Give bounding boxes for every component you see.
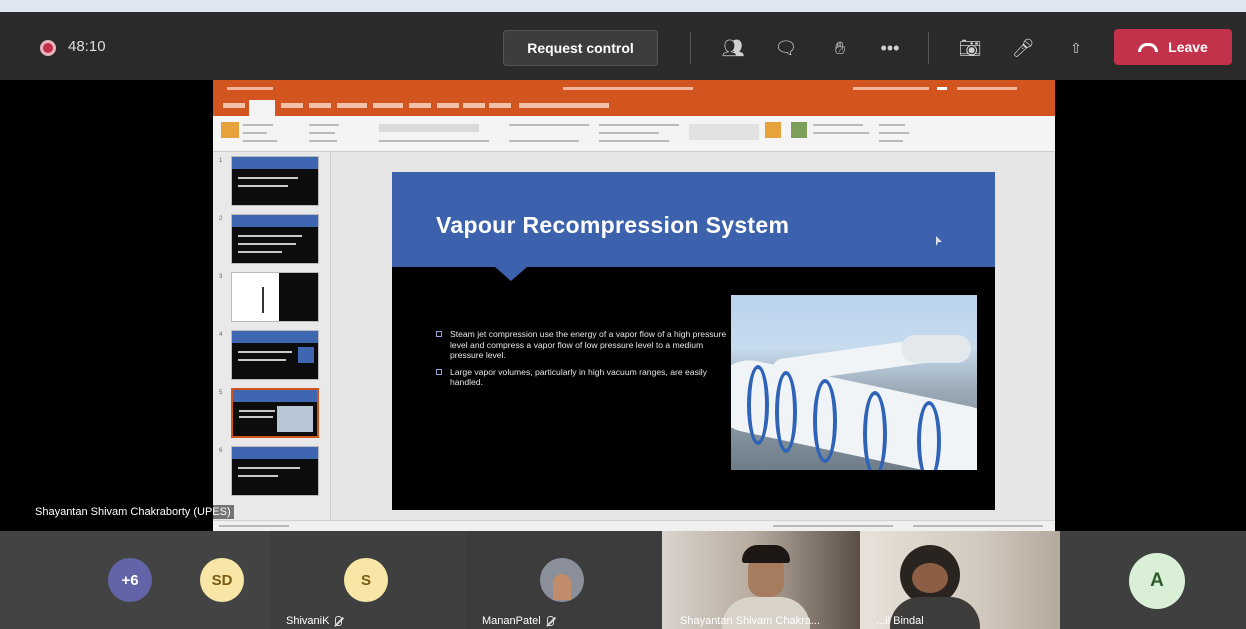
participant-name: Shayantan Shivam Chakra... [680, 615, 821, 627]
slide-bullet-text: Steam jet compression use the energy of … [450, 329, 727, 360]
chat-icon[interactable]: 🗨︎ [772, 34, 800, 62]
teams-meeting-window: 48:10 Request control 👥︎ 🗨︎ ✋︎ ••• 📷︎ 🎤︎… [0, 0, 1246, 629]
slide-thumbnail[interactable] [231, 272, 319, 322]
ppt-ribbon-tabs [213, 98, 1055, 116]
mic-off-icon[interactable]: 🎤︎ [1009, 34, 1037, 62]
muted-mic-icon [335, 616, 343, 626]
participant-gallery: +6 SD S ShivaniK MananPatel Shayantan Sh… [0, 531, 1246, 629]
slide-thumbnail-selected[interactable] [231, 388, 319, 438]
slide-header-notch [495, 267, 527, 281]
participant-video-tile[interactable]: Shayantan Shivam Chakra... [662, 531, 860, 629]
overflow-participants-button[interactable]: +6 [108, 558, 152, 602]
slide-bullet-text: Large vapor volumes, particularly in hig… [450, 366, 707, 388]
participant-name: MananPatel [482, 615, 554, 627]
leave-label: Leave [1168, 39, 1208, 55]
bullet-square-icon [436, 331, 442, 337]
slide-thumbnail[interactable] [231, 214, 319, 264]
raise-hand-icon[interactable]: ✋︎ [826, 34, 854, 62]
phone-hangup-icon [1138, 42, 1159, 52]
ppt-status-bar [213, 520, 1055, 531]
toolbar-divider [690, 32, 691, 64]
muted-mic-icon [546, 616, 554, 626]
participant-tile[interactable]: MananPatel [466, 531, 662, 629]
avatar: A [1129, 553, 1185, 609]
avatar: S [344, 558, 388, 602]
participant-name-text: ShivaniK [286, 615, 330, 627]
slide-thumbnail[interactable] [231, 446, 319, 496]
slide-bullet-list: Steam jet compression use the energy of … [436, 329, 736, 394]
shared-screen-stage: 1 2 3 4 5 6 Vapour Recompression System … [0, 80, 1246, 531]
participant-video-tile[interactable]: ...il Bindal [860, 531, 1060, 629]
participant-name: ShivaniK [286, 615, 343, 627]
participant-tile[interactable]: S ShivaniK [270, 531, 466, 629]
slide-thumbnail[interactable] [231, 156, 319, 206]
meeting-toolbar: 48:10 Request control 👥︎ 🗨︎ ✋︎ ••• 📷︎ 🎤︎… [0, 12, 1246, 80]
current-slide: Vapour Recompression System Steam jet co… [392, 172, 995, 510]
steam-jet-compressor-photo [731, 295, 977, 470]
participants-icon[interactable]: 👥︎ [719, 34, 747, 62]
slide-thumbnail[interactable] [231, 330, 319, 380]
profile-photo-avatar [540, 558, 584, 602]
slide-bullet: Large vapor volumes, particularly in hig… [436, 367, 736, 388]
ppt-title-bar [213, 80, 1055, 98]
participant-name-text: MananPatel [482, 615, 541, 627]
top-band [0, 0, 1246, 12]
avatar: SD [200, 558, 244, 602]
presenter-name-label: Shayantan Shivam Chakraborty (UPES) [32, 505, 234, 519]
meeting-timer: 48:10 [68, 38, 106, 55]
slide-bullet: Steam jet compression use the energy of … [436, 329, 736, 361]
participant-name: ...il Bindal [876, 615, 924, 627]
leave-button[interactable]: Leave [1114, 29, 1232, 65]
more-actions-icon[interactable]: ••• [876, 34, 904, 62]
participant-tile-group: +6 SD [0, 531, 270, 629]
slide-title: Vapour Recompression System [436, 212, 790, 238]
ppt-ribbon [213, 116, 1055, 152]
share-tray-icon[interactable]: ⇧ [1062, 34, 1090, 62]
toolbar-divider [928, 32, 929, 64]
request-control-button[interactable]: Request control [503, 30, 658, 66]
slide-thumbnails-pane: 1 2 3 4 5 6 [213, 152, 331, 520]
shared-powerpoint-window: 1 2 3 4 5 6 Vapour Recompression System … [213, 80, 1055, 531]
recording-icon [40, 40, 56, 56]
participant-tile[interactable]: A [1060, 531, 1246, 629]
camera-off-icon[interactable]: 📷︎ [956, 34, 984, 62]
bullet-square-icon [436, 368, 442, 375]
